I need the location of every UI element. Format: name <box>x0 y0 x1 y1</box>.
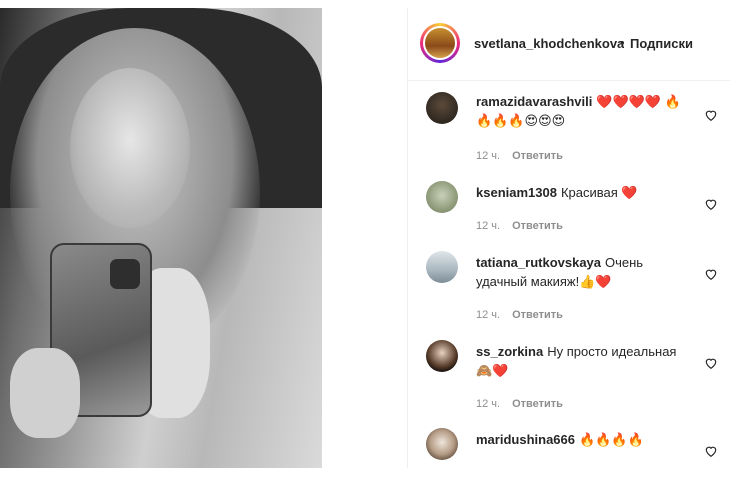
heart-outline-icon <box>705 199 717 210</box>
like-comment-button[interactable] <box>704 356 718 370</box>
comment-text: Красивая ❤️ <box>560 185 638 200</box>
commenter-avatar[interactable] <box>426 428 458 460</box>
comment-username[interactable]: ramazidavarashvili <box>476 94 592 109</box>
commenter-avatar[interactable] <box>426 181 458 213</box>
commenter-avatar[interactable] <box>426 92 458 124</box>
commenter-avatar[interactable] <box>426 340 458 372</box>
like-comment-button[interactable] <box>704 267 718 281</box>
comment-username[interactable]: maridushina666 <box>476 432 575 447</box>
comment-username[interactable]: tatiana_rutkovskaya <box>476 255 601 270</box>
post-photo[interactable] <box>0 8 322 468</box>
comment-body: kseniam1308 Красивая ❤️ <box>476 183 696 202</box>
comment-time: 12 ч. <box>476 398 501 410</box>
author-avatar[interactable] <box>420 23 460 63</box>
like-comment-button[interactable] <box>704 444 718 458</box>
comment-meta: 12 ч. Ответить <box>476 220 575 232</box>
post-header: svetlana_khodchenkova • Подписки <box>408 8 730 81</box>
heart-outline-icon <box>705 110 717 121</box>
comment-meta: 12 ч. Ответить <box>476 150 575 162</box>
reply-button[interactable]: Ответить <box>512 398 563 410</box>
comment-time: 12 ч. <box>476 150 501 162</box>
photo-phone-camera <box>110 259 140 289</box>
photo-face <box>70 68 190 228</box>
header-separator: • <box>620 35 625 50</box>
comment-body: maridushina666 🔥🔥🔥🔥 <box>476 430 696 449</box>
commenter-avatar[interactable] <box>426 251 458 283</box>
reply-button[interactable]: Ответить <box>512 220 563 232</box>
heart-outline-icon <box>705 446 717 457</box>
like-comment-button[interactable] <box>704 197 718 211</box>
heart-outline-icon <box>705 358 717 369</box>
comment-body: tatiana_rutkovskaya Очень удачный макияж!… <box>476 253 696 291</box>
comment-username[interactable]: ss_zorkina <box>476 344 543 359</box>
comment-username[interactable]: kseniam1308 <box>476 185 557 200</box>
comment-time: 12 ч. <box>476 309 501 321</box>
comment-body: ss_zorkina Ну просто идеальная 🙈❤️ <box>476 342 696 380</box>
comment-text: 🔥🔥🔥🔥 <box>579 432 644 447</box>
author-username[interactable]: svetlana_khodchenkova <box>474 36 624 51</box>
reply-button[interactable]: Ответить <box>512 309 563 321</box>
like-comment-button[interactable] <box>704 108 718 122</box>
comment-meta: 12 ч. Ответить <box>476 398 575 410</box>
comment-body: ramazidavarashvili ❤️❤️❤️❤️ 🔥🔥🔥🔥😍😍😍 <box>476 92 696 130</box>
comments-panel: svetlana_khodchenkova • Подписки ramazid… <box>407 8 730 468</box>
comment-meta: 12 ч. Ответить <box>476 309 575 321</box>
photo-hand-left <box>10 348 80 438</box>
following-button[interactable]: Подписки <box>630 36 693 51</box>
reply-button[interactable]: Ответить <box>512 150 563 162</box>
comment-time: 12 ч. <box>476 220 501 232</box>
heart-outline-icon <box>705 269 717 280</box>
